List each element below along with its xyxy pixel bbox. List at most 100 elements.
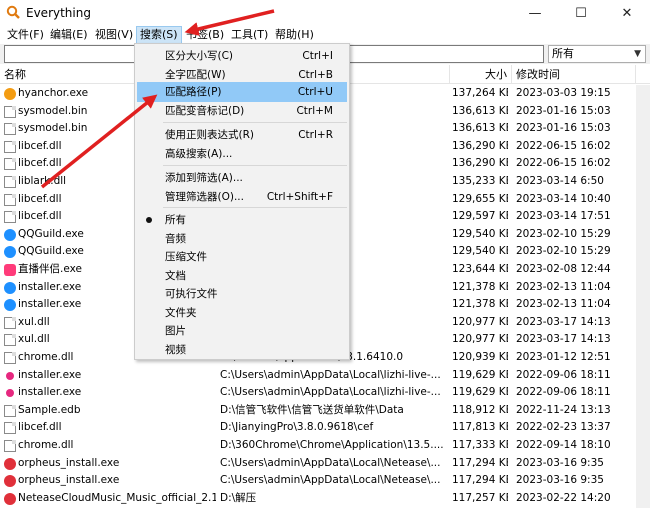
search-menu-item[interactable]: 音频 [137, 229, 347, 249]
file-row[interactable]: Sample.edb D:\信管飞软件\信管飞送货单软件\Data 118,912 … [0, 402, 650, 420]
file-path: D:\360Chrome\Chrome\Application\13.5.... [220, 439, 444, 451]
file-size: 117,333 KB [452, 439, 508, 451]
minimize-button[interactable]: — [512, 0, 558, 26]
file-name: installer.exe [18, 386, 82, 399]
menu-search[interactable]: 搜索(S) [136, 26, 182, 44]
search-menu-item[interactable]: 匹配路径(P) Ctrl+U [137, 82, 347, 102]
menu-item-label: 匹配变音标记(D) [165, 105, 245, 117]
search-menu-item[interactable]: 区分大小写(C) Ctrl+I [137, 46, 347, 66]
search-menu-item[interactable]: 匹配变音标记(D) Ctrl+M [137, 101, 347, 121]
file-size: 121,378 KB [452, 298, 508, 311]
menu-item-label: 图片 [165, 325, 186, 337]
file-path: D:\JianyingPro\3.8.0.9618\cef [220, 421, 374, 434]
file-date: 2022-06-15 16:02 [516, 157, 611, 170]
search-menu-item[interactable]: 文档 [137, 266, 347, 286]
file-size: 136,613 KB [452, 122, 508, 135]
file-date: 2023-02-10 15:29 [516, 245, 611, 258]
menu-edit[interactable]: 编辑(E) [47, 26, 91, 44]
file-size: 117,813 KB [452, 421, 508, 434]
menu-view[interactable]: 视图(V) [92, 26, 136, 44]
file-date: 2023-03-17 14:13 [516, 315, 611, 328]
file-icon [4, 176, 16, 188]
file-date: 2023-02-08 12:44 [516, 263, 611, 275]
file-name: Sample.edb [18, 403, 81, 416]
search-menu-item[interactable]: 所有 [137, 210, 347, 230]
file-date: 2022-09-14 18:10 [516, 439, 611, 451]
menu-separator [163, 207, 347, 208]
menu-separator [163, 122, 347, 123]
search-menu-item[interactable]: 使用正则表达式(R) Ctrl+R [137, 125, 347, 145]
menu-item-shortcut: Ctrl+I [302, 50, 333, 62]
menu-item-label: 区分大小写(C) [165, 50, 234, 62]
column-header-size[interactable]: 大小 [450, 65, 512, 84]
pink-dot-icon [6, 371, 14, 380]
window-title: Everything [26, 6, 91, 20]
file-row[interactable]: chrome.dll D:\360Chrome\Chrome\Applicatio… [0, 437, 650, 455]
file-icon [4, 193, 16, 206]
file-row[interactable]: orpheus_install.exe C:\Users\admin\AppDat… [0, 472, 650, 490]
file-path: D:\信管飞软件\信管飞送货单软件\Data [220, 403, 404, 416]
search-menu-item[interactable]: 压缩文件 [137, 247, 347, 267]
file-date: 2022-09-06 18:11 [516, 386, 611, 399]
file-date: 2022-02-23 13:37 [516, 421, 611, 434]
search-menu-item[interactable]: 图片 [137, 321, 347, 341]
menu-bookmarks[interactable]: 书签(B) [183, 26, 227, 44]
close-button[interactable]: ✕ [604, 0, 650, 26]
file-date: 2023-02-22 14:20 [516, 491, 611, 504]
file-name: orpheus_install.exe [18, 456, 120, 469]
file-name: libcef.dll [18, 421, 62, 434]
menu-item-label: 所有 [165, 214, 186, 226]
file-size: 136,290 KB [452, 157, 508, 170]
menu-item-label: 使用正则表达式(R) [165, 129, 254, 141]
file-icon [4, 352, 16, 364]
maximize-button[interactable]: ☐ [558, 0, 604, 26]
file-date: 2023-02-13 11:04 [516, 298, 611, 311]
menu-separator [163, 165, 347, 166]
menu-item-label: 添加到筛选(A)... [165, 172, 243, 184]
file-size: 120,977 KB [452, 315, 508, 328]
search-menu-item[interactable]: 视频 [137, 340, 347, 360]
file-date: 2022-11-24 13:13 [516, 403, 611, 416]
file-row[interactable]: installer.exe C:\Users\admin\AppData\Loca… [0, 384, 650, 402]
search-menu-item[interactable]: 添加到筛选(A)... [137, 168, 347, 188]
file-name: chrome.dll [18, 439, 74, 451]
filter-selected-value: 所有 [552, 47, 574, 60]
everything-app-icon [6, 5, 20, 19]
file-row[interactable]: libcef.dll D:\JianyingPro\3.8.0.9618\cef 1… [0, 419, 650, 437]
menu-help[interactable]: 帮助(H) [272, 26, 317, 44]
menu-item-shortcut: Ctrl+U [297, 86, 333, 98]
file-icon [4, 105, 16, 118]
file-size: 129,540 KB [452, 245, 508, 258]
file-row[interactable]: NeteaseCloudMusic_Music_official_2.1... D… [0, 490, 650, 508]
search-menu-item[interactable]: 管理筛选器(O)... Ctrl+Shift+F [137, 187, 347, 207]
menu-item-label: 压缩文件 [165, 251, 207, 263]
file-size: 120,977 KB [452, 333, 508, 346]
vertical-scrollbar[interactable] [636, 85, 650, 508]
search-menu-item[interactable]: 可执行文件 [137, 284, 347, 304]
menu-bar: 文件(F) 编辑(E) 视图(V) 搜索(S) 书签(B) 工具(T) 帮助(H… [0, 26, 650, 44]
menu-tools[interactable]: 工具(T) [228, 26, 271, 44]
chevron-down-icon: ▼ [634, 49, 641, 59]
file-date: 2023-03-16 9:35 [516, 474, 604, 487]
file-path: C:\Users\admin\AppData\Local\lizhi-live-… [220, 368, 441, 381]
orange-round-icon [4, 88, 16, 100]
file-icon [4, 316, 16, 329]
title-bar: Everything — ☐ ✕ [0, 0, 650, 26]
file-date: 2023-03-17 14:13 [516, 333, 611, 346]
search-menu-item[interactable]: 高级搜索(A)... [137, 144, 347, 164]
file-date: 2023-03-03 19:15 [516, 87, 611, 99]
menu-item-label: 文档 [165, 270, 186, 282]
file-date: 2022-09-06 18:11 [516, 368, 611, 381]
search-menu-item[interactable]: 文件夹 [137, 303, 347, 323]
live-icon [4, 264, 16, 276]
menu-file[interactable]: 文件(F) [4, 26, 47, 44]
file-icon [4, 440, 16, 452]
file-row[interactable]: installer.exe C:\Users\admin\AppData\Loca… [0, 367, 650, 385]
file-date: 2023-01-12 12:51 [516, 351, 611, 363]
column-header-date[interactable]: 修改时间 [512, 65, 636, 84]
file-date: 2023-02-10 15:29 [516, 227, 611, 240]
file-row[interactable]: orpheus_install.exe C:\Users\admin\AppDat… [0, 455, 650, 473]
filter-dropdown[interactable]: 所有 ▼ [548, 45, 646, 63]
blue-round-icon [4, 299, 16, 312]
file-path: C:\Users\admin\AppData\Local\Netease\... [220, 474, 441, 487]
